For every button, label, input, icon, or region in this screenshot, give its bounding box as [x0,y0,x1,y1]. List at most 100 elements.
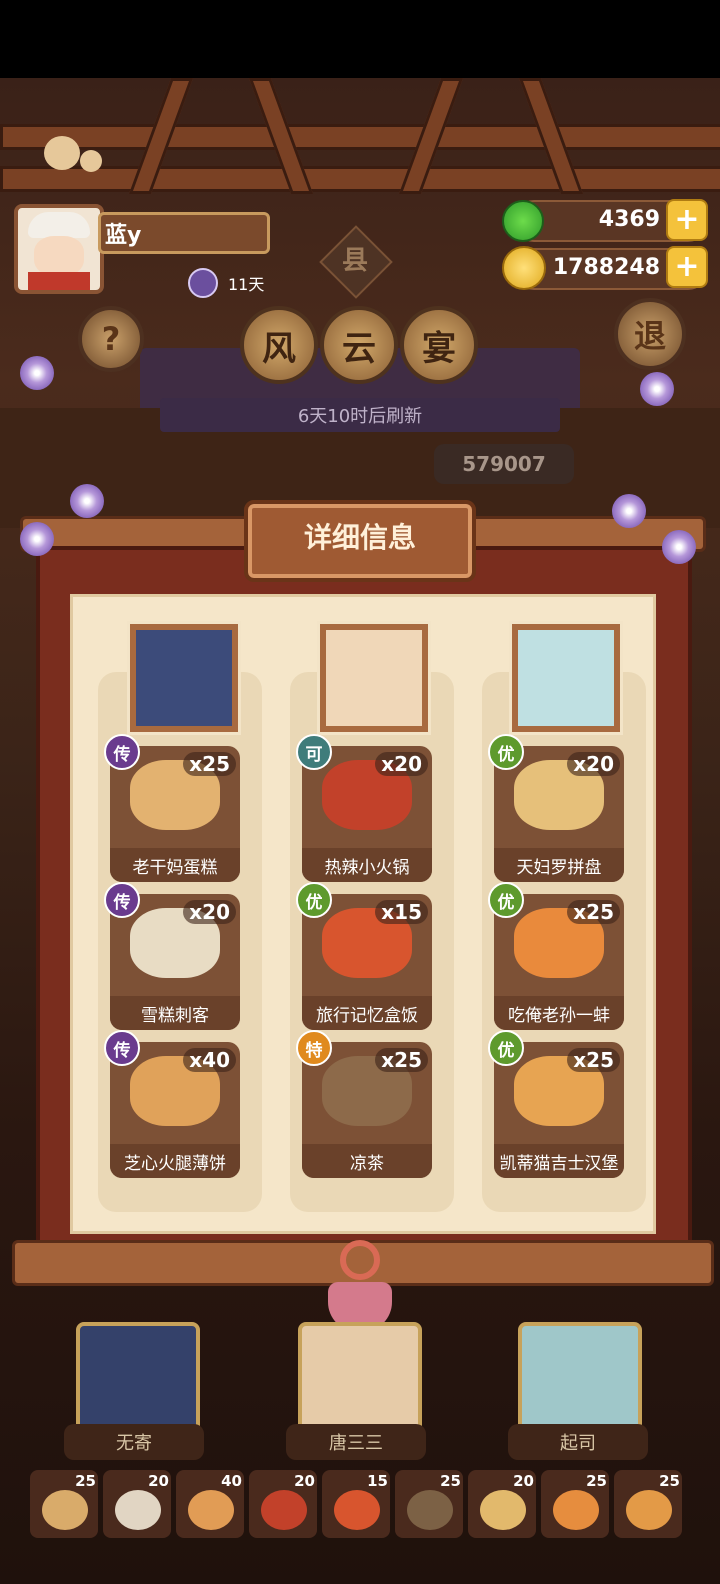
inventory-count: 25 [440,1472,461,1490]
food-image [334,1490,380,1530]
inventory-item[interactable]: 15 [322,1470,390,1538]
green-apple-icon [502,200,544,242]
inventory-item[interactable]: 20 [103,1470,171,1538]
food-name: 天妇罗拼盘 [494,848,624,882]
chef-portrait-2[interactable] [320,624,428,732]
food-card[interactable]: 特 x25 凉茶 [296,1030,432,1178]
inventory-item[interactable]: 25 [614,1470,682,1538]
food-qty: x15 [375,900,428,924]
inventory-item[interactable]: 40 [176,1470,244,1538]
inventory-count: 40 [221,1472,242,1490]
food-qty: x25 [375,1048,428,1072]
inventory-count: 20 [513,1472,534,1490]
avatar-hat [28,212,90,238]
food-name: 热辣小火锅 [302,848,432,882]
player-name: 蓝y [98,212,270,254]
avatar-face [34,236,84,276]
food-qty: x40 [183,1048,236,1072]
rarity-badge: 优 [488,882,524,918]
food-name: 凯蒂猫吉士汉堡 [494,1144,624,1178]
flower-icon [20,356,54,390]
chef-card-3[interactable] [518,1322,642,1436]
flower-icon [70,484,104,518]
food-card[interactable]: 优 x15 旅行记忆盒饭 [296,882,432,1030]
inventory-item[interactable]: 25 [395,1470,463,1538]
add-apples-button[interactable]: + [666,199,708,241]
food-image [407,1490,453,1530]
inventory-item[interactable]: 20 [468,1470,536,1538]
coin-icon [502,246,546,290]
food-card[interactable]: 优 x25 吃俺老孙一蚌 [488,882,624,1030]
food-card[interactable]: 传 x40 芝心火腿薄饼 [104,1030,240,1178]
food-qty: x20 [567,752,620,776]
food-name: 芝心火腿薄饼 [110,1144,240,1178]
rarity-badge: 优 [296,882,332,918]
food-card[interactable]: 优 x20 天妇罗拼盘 [488,734,624,882]
food-card[interactable]: 传 x20 雪糕刺客 [104,882,240,1030]
inventory-count: 20 [294,1472,315,1490]
roof-beam [0,124,720,150]
chef-name-3: 起司 [508,1424,648,1460]
rarity-badge: 传 [104,882,140,918]
food-qty: x20 [375,752,428,776]
inventory-item[interactable]: 25 [541,1470,609,1538]
panel-title: 详细信息 [303,521,416,554]
food-name: 旅行记忆盒饭 [302,996,432,1030]
score-display: 579007 [434,444,574,484]
food-card[interactable]: 传 x25 老干妈蛋糕 [104,734,240,882]
vip-days: 11天 [228,275,265,294]
chef-portrait-3[interactable] [512,624,620,732]
add-coins-button[interactable]: + [666,246,708,288]
exit-button[interactable]: 退 [614,298,686,370]
event-title-char-1: 风 [240,306,318,384]
inventory-count: 15 [367,1472,388,1490]
roof-beam-lower [0,166,720,192]
avatar-shirt [28,272,90,290]
food-image [115,1490,161,1530]
inventory-count: 25 [75,1472,96,1490]
food-image [553,1490,599,1530]
food-qty: x20 [183,900,236,924]
knot-ornament-icon [340,1240,380,1280]
chef-card-2[interactable] [298,1322,422,1436]
food-image [188,1490,234,1530]
flower-icon [640,372,674,406]
inventory-item[interactable]: 25 [30,1470,98,1538]
rarity-badge: 特 [296,1030,332,1066]
chef-name-1: 无寄 [64,1424,204,1460]
food-image [626,1490,672,1530]
food-qty: x25 [567,1048,620,1072]
event-title-char-2: 云 [320,306,398,384]
chick-small-icon [80,150,102,172]
rarity-badge: 可 [296,734,332,770]
food-image [480,1490,526,1530]
inventory-count: 25 [586,1472,607,1490]
food-name: 凉茶 [302,1144,432,1178]
chef-card-1[interactable] [76,1322,200,1436]
food-qty: x25 [567,900,620,924]
flower-icon [20,522,54,556]
food-name: 雪糕刺客 [110,996,240,1030]
food-qty: x25 [183,752,236,776]
food-card[interactable]: 可 x20 热辣小火锅 [296,734,432,882]
chef-portrait-1[interactable] [130,624,238,732]
inventory-item[interactable]: 20 [249,1470,317,1538]
food-image [261,1490,307,1530]
player-avatar[interactable] [14,204,104,294]
flower-icon [662,530,696,564]
food-image [42,1490,88,1530]
help-button[interactable]: ? [78,306,144,372]
inventory-count: 25 [659,1472,680,1490]
refresh-timer: 6天10时后刷新 [160,398,560,432]
food-name: 老干妈蛋糕 [110,848,240,882]
apple-count: 4369 [598,207,660,232]
chef-name-2: 唐三三 [286,1424,426,1460]
coin-count: 1788248 [552,255,660,280]
rarity-badge: 传 [104,734,140,770]
food-name: 吃俺老孙一蚌 [494,996,624,1030]
vip-badge-icon [188,268,218,298]
rarity-badge: 优 [488,734,524,770]
chick-icon [44,136,80,170]
food-card[interactable]: 优 x25 凯蒂猫吉士汉堡 [488,1030,624,1178]
region-badge: 县 [341,246,368,276]
